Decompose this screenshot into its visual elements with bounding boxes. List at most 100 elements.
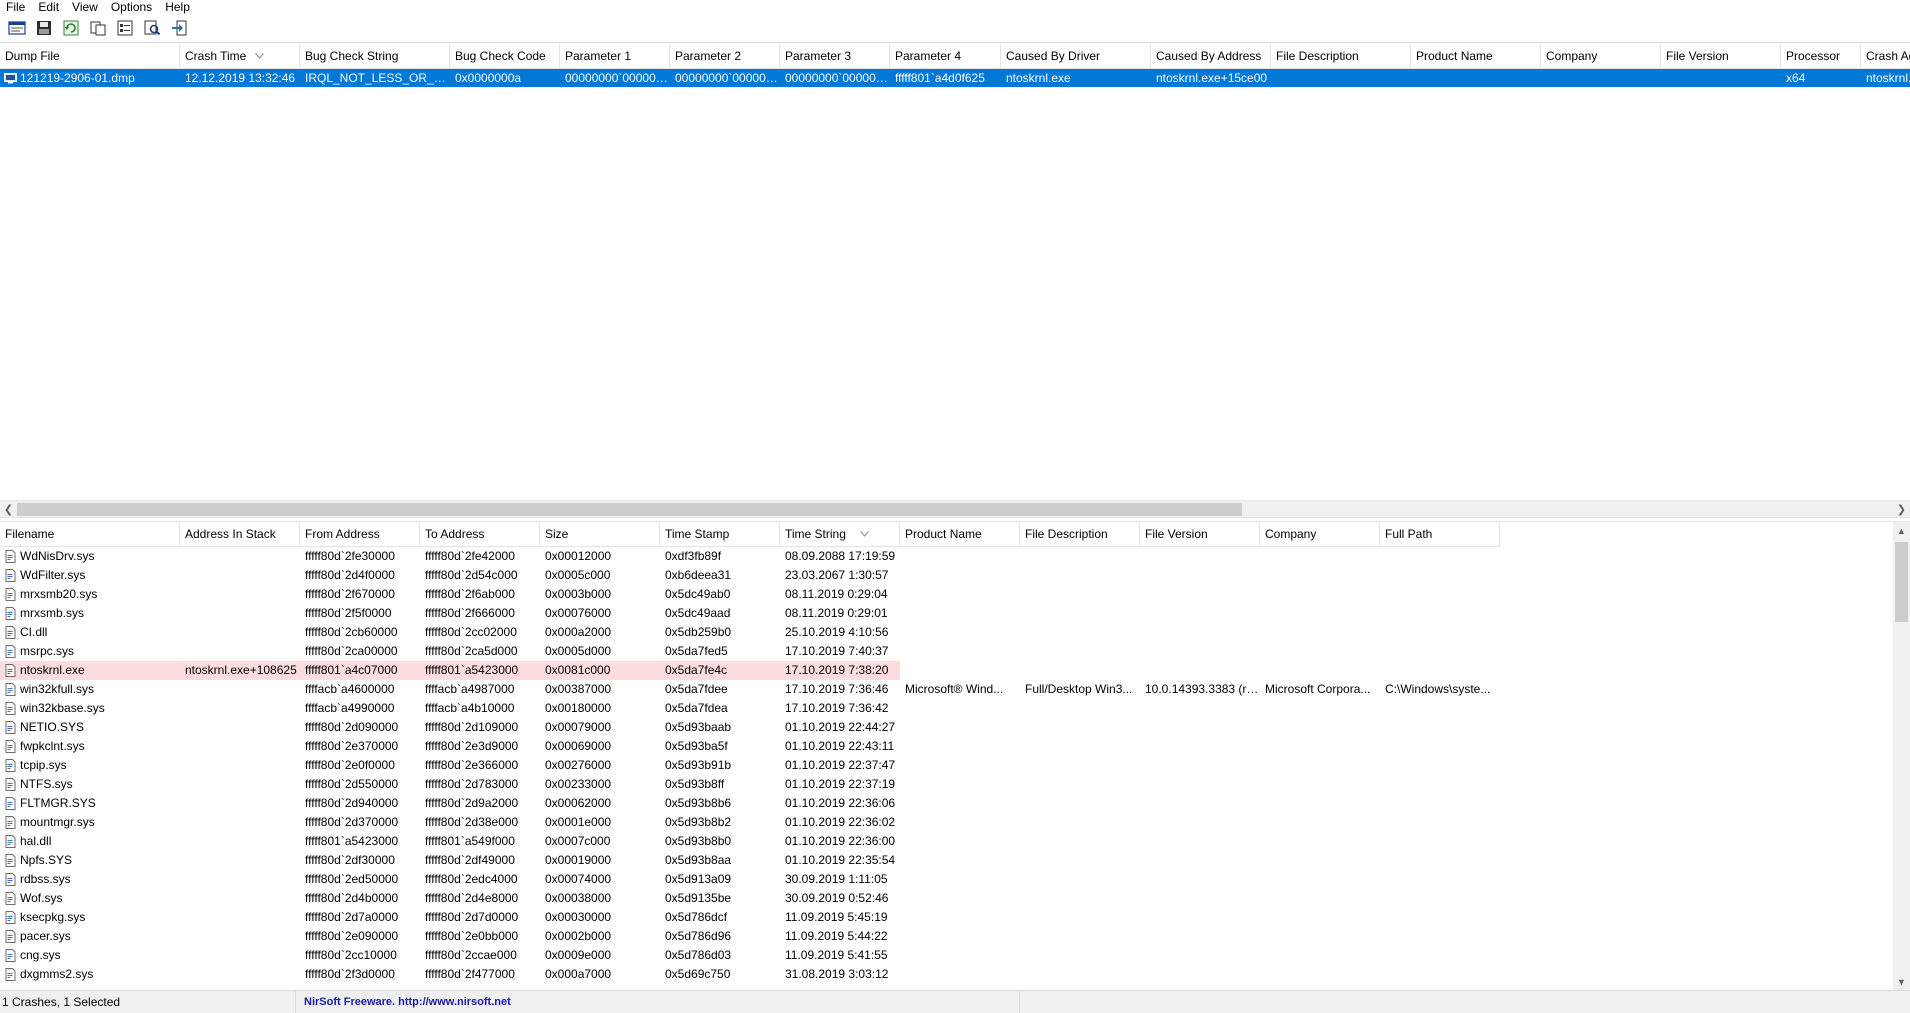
crash-column-header[interactable]: Crash Ad [1861,44,1910,69]
module-row[interactable]: FLTMGR.SYS fffff80d`2d940000 fffff80d`2d9a… [0,794,1500,813]
cell-text: 0x5d93b8aa [665,853,732,867]
module-row[interactable]: pacer.sys fffff80d`2e090000 fffff80d`2e0bb… [0,927,1500,946]
module-column-header[interactable]: File Description [1020,522,1140,547]
module-cell: 01.10.2019 22:36:02 [780,813,900,832]
column-header-label: File Version [1145,527,1208,541]
module-row[interactable]: dxgmms2.sys fffff80d`2f3d0000 fffff80d`2f4… [0,965,1500,984]
module-list-vertical-scrollbar[interactable]: ▲ ▼ [1893,522,1910,990]
cell-text: ntoskrnl.exe+108625 [185,663,297,677]
cell-text: 0x5d93baab [665,720,732,734]
module-row[interactable]: Wof.sys fffff80d`2d4b0000 fffff80d`2d4e800… [0,889,1500,908]
module-column-header[interactable]: To Address [420,522,540,547]
scroll-right-icon[interactable]: ❯ [1893,501,1910,518]
crash-column-header[interactable]: Parameter 1 [560,44,670,69]
module-row[interactable]: msrpc.sys fffff80d`2ca00000 fffff80d`2ca5d… [0,642,1500,661]
module-list[interactable]: Filename Address In Stack From Address To A… [0,522,1910,990]
module-cell: fffff80d`2f666000 [420,604,540,623]
crash-column-header[interactable]: Bug Check Code [450,44,560,69]
module-row[interactable]: cng.sys fffff80d`2cc10000 fffff80d`2ccae00… [0,946,1500,965]
copy-button[interactable] [87,17,109,39]
module-file-icon [5,702,16,715]
module-file-icon [5,588,16,601]
cell-text: 0x5d9135be [665,891,732,905]
crash-list[interactable]: Dump File Crash Time Bug Check String Bug C… [0,44,1910,500]
module-column-header[interactable]: Time Stamp [660,522,780,547]
module-column-header[interactable]: From Address [300,522,420,547]
module-column-header[interactable]: File Version [1140,522,1260,547]
menu-file[interactable]: File [0,0,32,14]
module-row[interactable]: Npfs.SYS fffff80d`2df30000 fffff80d`2df490… [0,851,1500,870]
module-row[interactable]: CI.dll fffff80d`2cb60000 fffff80d`2cc02000… [0,623,1500,642]
scrollbar-thumb[interactable] [1895,542,1908,622]
menu-help[interactable]: Help [159,0,197,14]
module-row[interactable]: WdNisDrv.sys fffff80d`2fe30000 fffff80d`2f… [0,547,1500,566]
crash-cell: IRQL_NOT_LESS_OR_EQ... [300,69,450,87]
module-column-header[interactable]: Company [1260,522,1380,547]
module-column-header[interactable]: Full Path [1380,522,1500,547]
crash-column-header[interactable]: Product Name [1411,44,1541,69]
module-row[interactable]: ksecpkg.sys fffff80d`2d7a0000 fffff80d`2d7… [0,908,1500,927]
module-column-header[interactable]: Time String [780,522,900,547]
crash-column-header[interactable]: Processor [1781,44,1861,69]
crash-column-header[interactable]: Parameter 4 [890,44,1001,69]
menu-options[interactable]: Options [105,0,159,14]
module-cell: fffff80d`2d109000 [420,718,540,737]
crash-column-header[interactable]: Bug Check String [300,44,450,69]
exit-button[interactable] [168,17,190,39]
module-row[interactable]: ntoskrnl.exe ntoskrnl.exe+108625 fffff801`… [0,661,1500,680]
crash-column-header[interactable]: Parameter 2 [670,44,780,69]
cell-text: fffff80d`2df49000 [425,853,515,867]
module-column-header[interactable]: Product Name [900,522,1020,547]
save-button[interactable] [33,17,55,39]
scroll-up-icon[interactable]: ▲ [1893,522,1910,539]
cell-text: 0x00180000 [545,701,612,715]
module-column-header[interactable]: Size [540,522,660,547]
crash-cell: ntoskrnl.exe+15ce00 [1151,69,1271,87]
module-row[interactable]: win32kbase.sys ffffacb`a4990000 ffffacb`a4… [0,699,1500,718]
menu-edit[interactable]: Edit [32,0,66,14]
crash-cell: 12.12.2019 13:32:46 [180,69,300,87]
cell-text: mrxsmb.sys [20,606,84,620]
crash-list-horizontal-scrollbar[interactable]: ❮ ❯ [0,500,1910,517]
crash-column-header[interactable]: Caused By Address [1151,44,1271,69]
properties-button[interactable] [114,17,136,39]
module-row[interactable]: tcpip.sys fffff80d`2e0f0000 fffff80d`2e366… [0,756,1500,775]
module-row[interactable]: mrxsmb20.sys fffff80d`2f670000 fffff80d`2f… [0,585,1500,604]
crash-row[interactable]: 121219-2906-01.dmp 12.12.2019 13:32:46 IRQ… [0,69,1910,87]
module-row[interactable]: mrxsmb.sys fffff80d`2f5f0000 fffff80d`2f66… [0,604,1500,623]
cell-text: 0x0081c000 [545,663,611,677]
module-column-header[interactable]: Address In Stack [180,522,300,547]
cell-text: fffff80d`2d4f0000 [305,568,395,582]
crash-column-header[interactable]: Crash Time [180,44,300,69]
menu-view[interactable]: View [66,0,105,14]
nirsoft-link[interactable]: NirSoft Freeware. http://www.nirsoft.net [296,990,1020,1013]
find-button[interactable] [141,17,163,39]
module-cell: 0x5da7fe4c [660,661,780,680]
cell-text: fffff80d`2d9a2000 [425,796,519,810]
module-row[interactable]: NTFS.sys fffff80d`2d550000 fffff80d`2d7830… [0,775,1500,794]
module-cell: fffff80d`2ccae000 [420,946,540,965]
module-row[interactable]: win32kfull.sys ffffacb`a4600000 ffffacb`a4… [0,680,1500,699]
crash-column-header[interactable]: File Description [1271,44,1411,69]
html-report-button[interactable] [6,17,28,39]
module-row[interactable]: rdbss.sys fffff80d`2ed50000 fffff80d`2edc4… [0,870,1500,889]
module-row[interactable]: NETIO.SYS fffff80d`2d090000 fffff80d`2d109… [0,718,1500,737]
crash-column-header[interactable]: Dump File [0,44,180,69]
crash-column-header[interactable]: File Version [1661,44,1781,69]
module-row[interactable]: hal.dll fffff801`a5423000 fffff801`a549f00… [0,832,1500,851]
module-row[interactable]: WdFilter.sys fffff80d`2d4f0000 fffff80d`2d… [0,566,1500,585]
scroll-down-icon[interactable]: ▼ [1893,973,1910,990]
module-file-icon [5,930,16,943]
crash-column-header[interactable]: Parameter 3 [780,44,890,69]
cell-text: fwpkclnt.sys [20,739,85,753]
crash-column-header[interactable]: Company [1541,44,1661,69]
module-row[interactable]: mountmgr.sys fffff80d`2d370000 fffff80d`2d… [0,813,1500,832]
refresh-button[interactable] [60,17,82,39]
cell-text: 0x00030000 [545,910,612,924]
scroll-left-icon[interactable]: ❮ [0,501,17,518]
module-column-header[interactable]: Filename [0,522,180,547]
crash-column-header[interactable]: Caused By Driver [1001,44,1151,69]
scrollbar-thumb[interactable] [17,503,1242,516]
module-cell: 08.11.2019 0:29:01 [780,604,900,623]
module-row[interactable]: fwpkclnt.sys fffff80d`2e370000 fffff80d`2e… [0,737,1500,756]
